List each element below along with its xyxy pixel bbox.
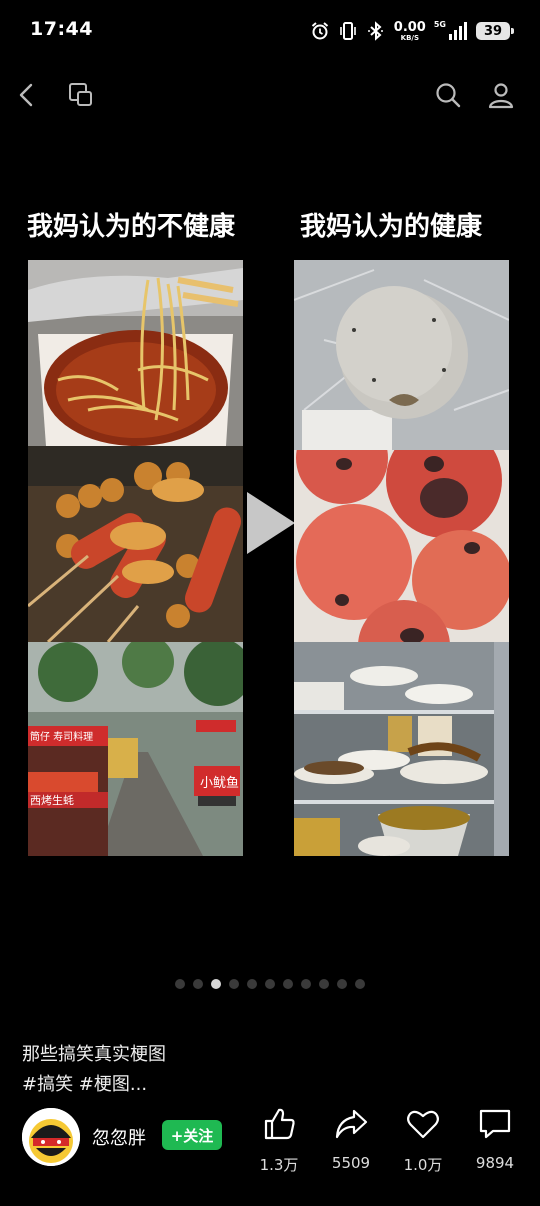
moldy-egg-photo [294, 260, 509, 450]
share-count: 5509 [331, 1154, 371, 1172]
status-icons: 0.00 KB/S 5G 39 [310, 18, 514, 44]
like-count: 1.3万 [259, 1156, 299, 1174]
follow-button[interactable]: +关注 [162, 1120, 222, 1150]
page-dot [355, 979, 365, 989]
network-type: 5G [433, 19, 446, 29]
heart-icon [405, 1104, 441, 1144]
post-caption: 那些搞笑真实梗图 #搞笑 #梗图... [22, 1042, 442, 1098]
page-dot [283, 979, 293, 989]
svg-text:筒仔 寿司料理: 筒仔 寿司料理 [30, 730, 93, 743]
thumb-up-icon [261, 1104, 297, 1144]
skewers-photo [28, 446, 243, 642]
page-dot [175, 979, 185, 989]
comment-icon [477, 1104, 513, 1144]
like-button[interactable]: 1.3万 [251, 1104, 307, 1175]
instant-noodles-photo [28, 260, 243, 446]
page-dot [229, 979, 239, 989]
status-time: 17:44 [30, 18, 93, 40]
right-column-title: 我妈认为的健康 [300, 212, 483, 242]
comment-count: 9894 [475, 1154, 515, 1172]
back-icon[interactable] [12, 80, 42, 110]
bluetooth-icon [366, 21, 386, 41]
page-dot [193, 979, 203, 989]
favorite-button[interactable]: 1.0万 [395, 1104, 451, 1175]
author-name[interactable]: 忽忽胖 [92, 1124, 146, 1150]
page-dot [247, 979, 257, 989]
vibrate-icon [338, 21, 358, 41]
top-nav [0, 72, 540, 118]
post-title: 那些搞笑真实梗图 [22, 1044, 166, 1065]
avatar[interactable] [22, 1108, 80, 1166]
street-food-market-photo: 小鱿鱼 西烤生蚝 筒仔 寿司料理 [28, 642, 243, 856]
svg-text:小鱿鱼: 小鱿鱼 [200, 775, 239, 791]
post-tags[interactable]: #搞笑 #梗图... [22, 1072, 442, 1098]
profile-icon[interactable] [486, 80, 516, 110]
net-speed: 0.00 KB/S [394, 21, 426, 42]
comment-button[interactable]: 9894 [467, 1104, 523, 1172]
fridge-leftovers-photo [294, 642, 509, 856]
page-dot [211, 979, 221, 989]
alarm-icon [310, 21, 330, 41]
status-bar: 17:44 0.00 KB/S 5G 39 [0, 0, 540, 62]
search-icon[interactable] [433, 80, 463, 110]
page-dot [301, 979, 311, 989]
page-dot [265, 979, 275, 989]
play-icon[interactable] [243, 488, 299, 558]
battery-icon: 39 [476, 22, 514, 40]
favorite-count: 1.0万 [403, 1156, 443, 1174]
author-action-bar: 忽忽胖 +关注 1.3万 5509 1.0万 9894 [0, 1100, 540, 1206]
net-speed-value: 0.00 [393, 19, 426, 35]
copy-window-icon[interactable] [66, 80, 96, 110]
signal-icon [448, 22, 468, 40]
post-image[interactable]: 我妈认为的不健康 我妈认为的健康 小鱿鱼 西烤生蚝 筒仔 寿司料理 [0, 178, 540, 868]
net-speed-unit: KB/S [400, 33, 419, 42]
page-dot [319, 979, 329, 989]
bruised-apples-photo [294, 450, 509, 642]
svg-text:西烤生蚝: 西烤生蚝 [30, 793, 74, 807]
left-column-title: 我妈认为的不健康 [27, 212, 236, 242]
share-button[interactable]: 5509 [323, 1104, 379, 1172]
page-indicator [0, 979, 540, 989]
share-arrow-icon [333, 1104, 369, 1144]
page-dot [337, 979, 347, 989]
